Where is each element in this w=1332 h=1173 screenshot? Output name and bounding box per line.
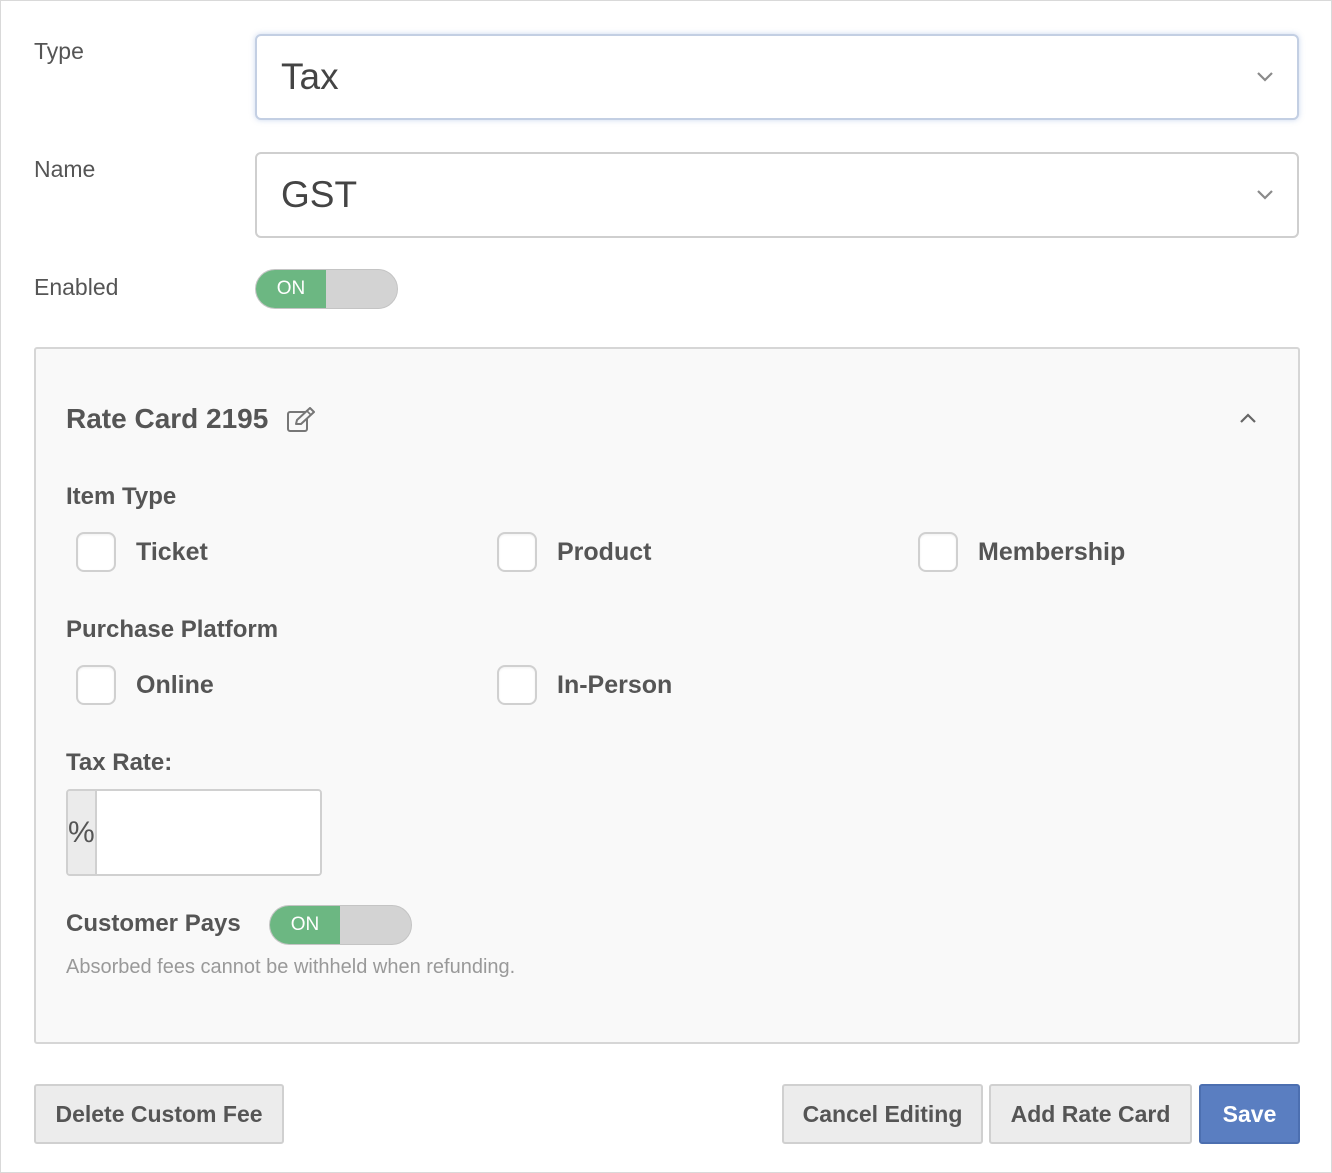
- checkbox-box[interactable]: [76, 532, 116, 572]
- checkbox-box[interactable]: [497, 532, 537, 572]
- enabled-toggle[interactable]: ON: [255, 269, 398, 309]
- rate-card-panel: Rate Card 2195 Item Type Ticket Product …: [34, 347, 1300, 1044]
- edit-icon[interactable]: [286, 407, 316, 433]
- customer-pays-toggle-on: ON: [270, 906, 340, 944]
- type-select[interactable]: Tax: [255, 34, 1299, 120]
- cancel-editing-button[interactable]: Cancel Editing: [782, 1084, 983, 1144]
- customer-pays-help: Absorbed fees cannot be withheld when re…: [66, 956, 516, 978]
- name-select[interactable]: GST: [255, 152, 1299, 238]
- checkbox-label: Product: [557, 537, 652, 566]
- name-label: Name: [34, 156, 96, 182]
- checkbox-ticket[interactable]: Ticket: [76, 532, 208, 572]
- chevron-down-icon: [1257, 72, 1273, 82]
- percent-addon: %: [68, 791, 97, 874]
- checkbox-label: Online: [136, 670, 214, 699]
- customer-pays-toggle[interactable]: ON: [269, 905, 412, 945]
- delete-custom-fee-button[interactable]: Delete Custom Fee: [34, 1084, 284, 1144]
- type-select-value: Tax: [281, 56, 339, 97]
- checkbox-product[interactable]: Product: [497, 532, 651, 572]
- checkbox-in-person[interactable]: In-Person: [497, 665, 672, 705]
- checkbox-label: In-Person: [557, 670, 673, 699]
- save-button[interactable]: Save: [1199, 1084, 1300, 1144]
- checkbox-box[interactable]: [918, 532, 958, 572]
- customer-pays-label: Customer Pays: [66, 910, 241, 937]
- name-select-value: GST: [281, 174, 358, 215]
- checkbox-label: Membership: [978, 537, 1126, 566]
- checkbox-membership[interactable]: Membership: [918, 532, 1125, 572]
- chevron-up-icon[interactable]: [1238, 411, 1258, 425]
- enabled-toggle-on: ON: [256, 270, 326, 308]
- rate-card-title: Rate Card 2195: [66, 403, 269, 434]
- checkbox-box[interactable]: [76, 665, 116, 705]
- enabled-label: Enabled: [34, 274, 119, 300]
- checkbox-online[interactable]: Online: [76, 665, 214, 705]
- chevron-down-icon: [1257, 190, 1273, 200]
- tax-rate-input[interactable]: [96, 791, 320, 874]
- checkbox-box[interactable]: [497, 665, 537, 705]
- add-rate-card-button[interactable]: Add Rate Card: [989, 1084, 1192, 1144]
- type-label: Type: [34, 38, 84, 64]
- checkbox-label: Ticket: [136, 537, 208, 566]
- purchase-platform-label: Purchase Platform: [66, 616, 279, 643]
- item-type-label: Item Type: [66, 483, 177, 510]
- custom-fee-form: Type Tax Name GST Enabled ON Rate Card 2…: [0, 0, 1332, 1173]
- tax-rate-label: Tax Rate:: [66, 749, 173, 776]
- tax-rate-input-group: %: [66, 789, 322, 876]
